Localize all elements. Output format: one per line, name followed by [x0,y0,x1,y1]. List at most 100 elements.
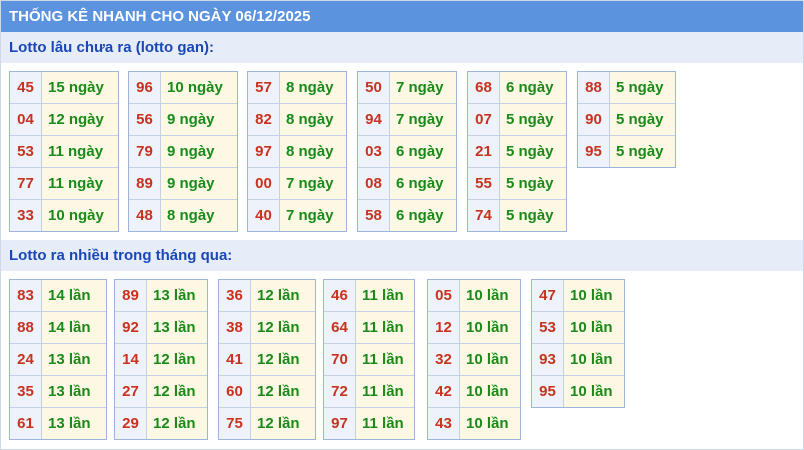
lotto-number: 79 [129,136,161,167]
lotto-count: 10 ngày [161,72,237,103]
lotto-count: 10 lần [564,344,624,375]
table-row: 82 8 ngày [248,104,346,136]
table-row: 50 7 ngày [358,72,456,104]
lotto-count: 8 ngày [280,72,346,103]
lotto-number: 29 [115,408,147,439]
table-row: 94 7 ngày [358,104,456,136]
lotto-number: 61 [10,408,42,439]
lotto-count: 5 ngày [500,136,566,167]
lotto-number: 64 [324,312,356,343]
lotto-number: 03 [358,136,390,167]
lotto-number: 46 [324,280,356,311]
lotto-number: 93 [532,344,564,375]
table-row: 72 11 lần [324,376,414,408]
table-row: 21 5 ngày [468,136,566,168]
table-row: 08 6 ngày [358,168,456,200]
table-row: 61 13 lần [10,408,106,439]
table-row: 88 5 ngày [578,72,675,104]
lotto-count: 7 ngày [390,72,456,103]
lotto-count: 14 lần [42,312,106,343]
nhieu-group: 47 10 lần 53 10 lần 93 10 lần 95 10 lần [531,279,625,408]
lotto-number: 33 [10,200,42,231]
stats-panel: THỐNG KÊ NHANH CHO NGÀY 06/12/2025 Lotto… [0,0,804,450]
lotto-count: 12 lần [251,376,315,407]
lotto-count: 13 lần [42,376,106,407]
lotto-count: 11 lần [356,408,414,439]
lotto-number: 74 [468,200,500,231]
lotto-number: 48 [129,200,161,231]
lotto-number: 24 [10,344,42,375]
table-row: 03 6 ngày [358,136,456,168]
lotto-count: 5 ngày [610,136,675,167]
lotto-number: 05 [428,280,460,311]
lotto-number: 40 [248,200,280,231]
table-row: 58 6 ngày [358,200,456,231]
lotto-number: 27 [115,376,147,407]
table-row: 57 8 ngày [248,72,346,104]
lotto-count: 13 lần [147,312,207,343]
page-title: THỐNG KÊ NHANH CHO NGÀY 06/12/2025 [1,1,803,32]
table-row: 07 5 ngày [468,104,566,136]
lotto-count: 12 ngày [42,104,118,135]
table-row: 95 10 lần [532,376,624,407]
lotto-count: 10 lần [460,376,520,407]
lotto-number: 90 [578,104,610,135]
table-row: 90 5 ngày [578,104,675,136]
lotto-number: 04 [10,104,42,135]
lotto-count: 7 ngày [280,200,346,231]
nhieu-group: 36 12 lần 38 12 lần 41 12 lần 60 12 lần 75 12 lần [218,279,316,440]
lotto-count: 11 ngày [42,168,118,199]
table-row: 47 10 lần [532,280,624,312]
lotto-count: 6 ngày [390,136,456,167]
lotto-count: 12 lần [147,344,207,375]
table-row: 68 6 ngày [468,72,566,104]
lotto-count: 13 lần [42,408,106,439]
lotto-count: 9 ngày [161,104,237,135]
lotto-number: 14 [115,344,147,375]
lotto-number: 77 [10,168,42,199]
lotto-number: 89 [115,280,147,311]
table-row: 24 13 lần [10,344,106,376]
lotto-number: 97 [324,408,356,439]
gan-group: 88 5 ngày 90 5 ngày 95 5 ngày [577,71,676,168]
lotto-number: 41 [219,344,251,375]
gan-group: 57 8 ngày 82 8 ngày 97 8 ngày 00 7 ngày 40 7 ngày [247,71,347,232]
table-row: 96 10 ngày [129,72,237,104]
lotto-number: 53 [10,136,42,167]
table-row: 45 15 ngày [10,72,118,104]
gan-group: 45 15 ngày 04 12 ngày 53 11 ngày 77 11 ngày 33 10… [9,71,119,232]
table-row: 38 12 lần [219,312,315,344]
lotto-number: 32 [428,344,460,375]
table-row: 75 12 lần [219,408,315,439]
table-row: 89 9 ngày [129,168,237,200]
table-row: 46 11 lần [324,280,414,312]
table-row: 97 11 lần [324,408,414,439]
lotto-count: 13 lần [42,344,106,375]
lotto-number: 92 [115,312,147,343]
lotto-count: 9 ngày [161,136,237,167]
nhieu-group: 89 13 lần 92 13 lần 14 12 lần 27 12 lần 29 12 lần [114,279,208,440]
lotto-number: 75 [219,408,251,439]
lotto-count: 6 ngày [500,72,566,103]
table-row: 00 7 ngày [248,168,346,200]
lotto-count: 10 lần [564,376,624,407]
lotto-count: 15 ngày [42,72,118,103]
lotto-count: 10 lần [564,280,624,311]
table-row: 89 13 lần [115,280,207,312]
table-row: 14 12 lần [115,344,207,376]
lotto-number: 57 [248,72,280,103]
lotto-number: 88 [578,72,610,103]
lotto-number: 72 [324,376,356,407]
lotto-count: 12 lần [147,376,207,407]
table-row: 42 10 lần [428,376,520,408]
table-row: 97 8 ngày [248,136,346,168]
lotto-number: 38 [219,312,251,343]
table-row: 48 8 ngày [129,200,237,231]
table-row: 95 5 ngày [578,136,675,167]
table-row: 27 12 lần [115,376,207,408]
lotto-count: 14 lần [42,280,106,311]
lotto-count: 6 ngày [390,168,456,199]
lotto-count: 12 lần [147,408,207,439]
lotto-count: 9 ngày [161,168,237,199]
lotto-number: 89 [129,168,161,199]
